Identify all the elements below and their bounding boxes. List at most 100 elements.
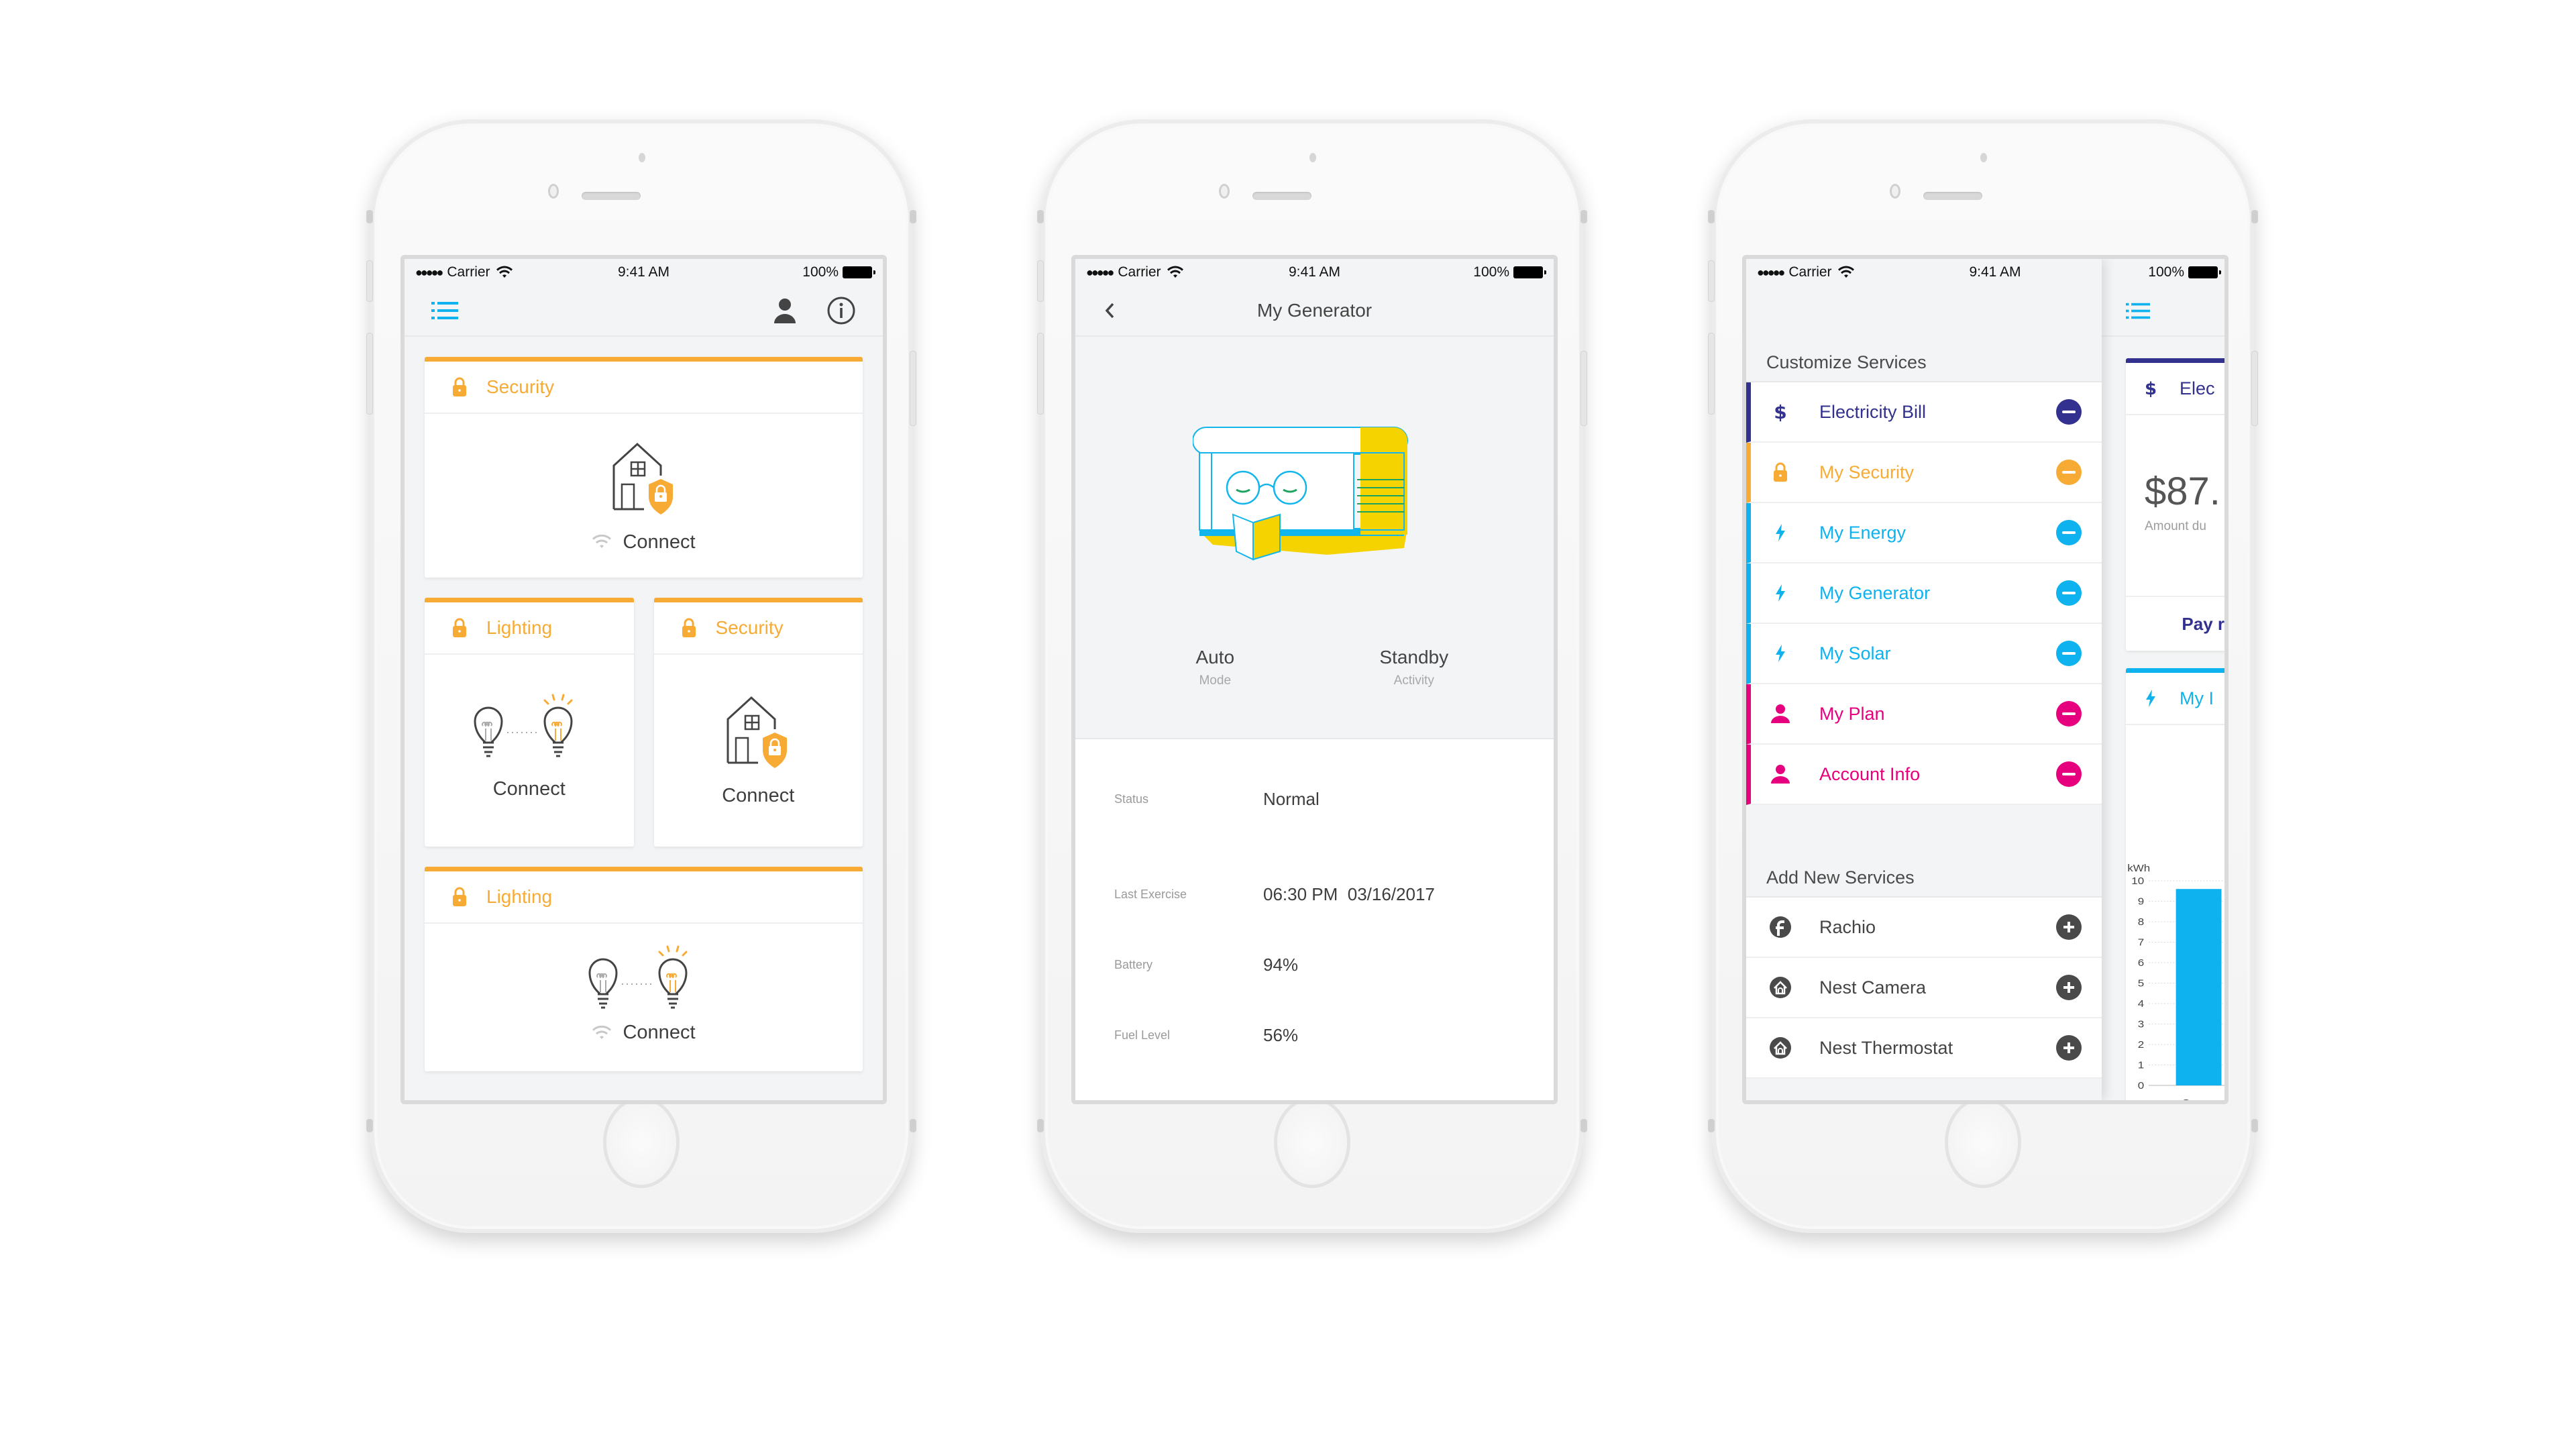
add-service-row-nest-thermostat[interactable]: Nest Thermostat [1746,1018,2102,1079]
wifi-icon [1167,266,1183,278]
chevron-left-icon [1105,303,1114,319]
back-button[interactable] [1104,302,1116,319]
info-button[interactable] [826,296,856,325]
lighting-card[interactable]: Lighting Connect [425,867,863,1071]
home-button[interactable] [606,1100,676,1185]
pay-now-button[interactable]: Pay r [2126,596,2224,651]
wifi-icon [592,1025,612,1039]
status-bar: 100% [2102,259,2224,286]
add-service-button[interactable] [2056,975,2082,1000]
card-title: Lighting [486,617,553,638]
kwh-bar-chart: kWh012345678910Sun°F63° [2127,863,2224,1104]
card-title: Lighting [486,886,553,907]
y-tick-label: 1 [2138,1060,2145,1071]
carrier-label: Carrier [1788,264,1832,280]
side-notch [1580,210,1587,223]
y-tick-label: 6 [2138,958,2145,969]
svg-text:$: $ [2145,379,2157,398]
remove-service-button[interactable] [2056,399,2082,425]
connect-button[interactable]: Connect [592,1022,696,1044]
detail-value: 06:30 PM 03/16/2017 [1263,884,1435,904]
detail-row-status: Status Normal [1075,789,1554,809]
connect-label: Connect [722,785,795,806]
side-notch [1037,1119,1044,1132]
add-service-row-rachio[interactable]: Rachio [1746,898,2102,958]
power-button [2251,351,2258,426]
connect-button[interactable]: Connect [722,785,794,807]
x-tick-label: Sun [2182,1097,2204,1104]
home-button[interactable] [1277,1100,1347,1185]
service-cards: Security Connect Lighting Connect Securi… [405,337,883,1071]
service-row-electricity-bill[interactable]: $ Electricity Bill [1746,382,2102,443]
earpiece-speaker [582,192,641,200]
power-button [910,351,916,426]
remove-service-button[interactable] [2056,520,2082,545]
connect-button[interactable]: Connect [592,531,696,553]
remove-service-button[interactable] [2056,641,2082,666]
menu-button[interactable] [431,301,458,321]
screen-services: 100% $ Elec $87. Amount du Pay r My I kW… [1742,255,2229,1104]
remove-service-button[interactable] [2056,580,2082,606]
amount-due-label: Amount du [2145,519,2206,533]
add-service-row-nest-camera[interactable]: Nest Camera [1746,958,2102,1018]
menu-button[interactable] [2126,302,2150,320]
remove-service-button[interactable] [2056,701,2082,727]
add-service-button[interactable] [2056,1035,2082,1061]
service-label: My Generator [1819,582,1931,603]
generator-hero: Auto Mode Standby Activity [1075,337,1554,739]
detail-value: 56% [1263,1025,1299,1045]
person-icon [1768,764,1792,784]
wifi-icon [1837,266,1854,278]
card-title: Elec [2180,378,2215,398]
detail-label: Battery [1114,958,1153,971]
detail-row-battery: Battery 94% [1075,930,1554,1000]
status-bar: ●●●●● Carrier 9:41 AM 100% [405,259,883,286]
solar-card[interactable]: My I kWh012345678910Sun°F63° [2126,668,2224,1104]
screen-generator: ●●●●● Carrier 9:41 AM 100% My Generator [1071,255,1558,1104]
activity-value: Standby [1379,647,1449,667]
front-camera [548,184,559,199]
service-row-my-security[interactable]: My Security [1746,443,2102,503]
remove-service-button[interactable] [2056,460,2082,485]
service-row-account-info[interactable]: Account Info [1746,745,2102,805]
profile-button[interactable] [773,298,797,323]
house-shield-icon [727,696,788,768]
mode-value: Auto [1195,647,1235,667]
status-bar: ●●●●● Carrier 9:41 AM [1746,259,2102,286]
nest-home-icon [1768,1036,1792,1059]
electricity-bill-card[interactable]: $ Elec $87. Amount du Pay r [2126,358,2224,651]
wifi-icon [592,535,612,548]
front-camera [1890,184,1900,199]
clock: 9:41 AM [617,264,670,280]
y-tick-label: 0 [2138,1081,2145,1091]
mode-stat: Auto Mode [1141,647,1289,688]
security-card[interactable]: Security Connect [425,357,863,578]
security-card[interactable]: Security Connect [653,598,863,847]
generator-details: Status Normal Last Exercise 06:30 PM 03/… [1075,739,1554,1100]
mute-switch [366,210,373,223]
bolt-icon [1768,584,1792,602]
y-axis-label: kWh [2127,863,2150,874]
connect-label: Connect [623,531,696,553]
lock-icon [453,377,466,396]
side-notch [1580,1119,1587,1132]
service-row-my-plan[interactable]: My Plan [1746,684,2102,745]
service-row-my-generator[interactable]: My Generator [1746,564,2102,624]
add-services-heading: Add New Services [1746,859,2102,898]
card-title: Security [486,376,555,397]
add-service-button[interactable] [2056,914,2082,940]
minus-icon [2062,531,2076,534]
y-tick-label: 3 [2138,1019,2145,1030]
y-tick-label: 4 [2138,999,2145,1010]
remove-service-button[interactable] [2056,761,2082,787]
detail-row-last-exercise: Last Exercise 06:30 PM 03/16/2017 [1075,859,1554,930]
wifi-icon [496,266,513,278]
service-row-my-energy[interactable]: My Energy [1746,503,2102,564]
y-tick-label: 8 [2138,917,2145,928]
service-row-my-solar[interactable]: My Solar [1746,624,2102,684]
mute-switch [1708,210,1715,223]
dashboard-behind-drawer: 100% $ Elec $87. Amount du Pay r My I kW… [2102,259,2224,1100]
home-button[interactable] [1948,1100,2018,1185]
connect-button[interactable]: Connect [493,778,566,800]
lighting-card[interactable]: Lighting Connect [425,598,634,847]
